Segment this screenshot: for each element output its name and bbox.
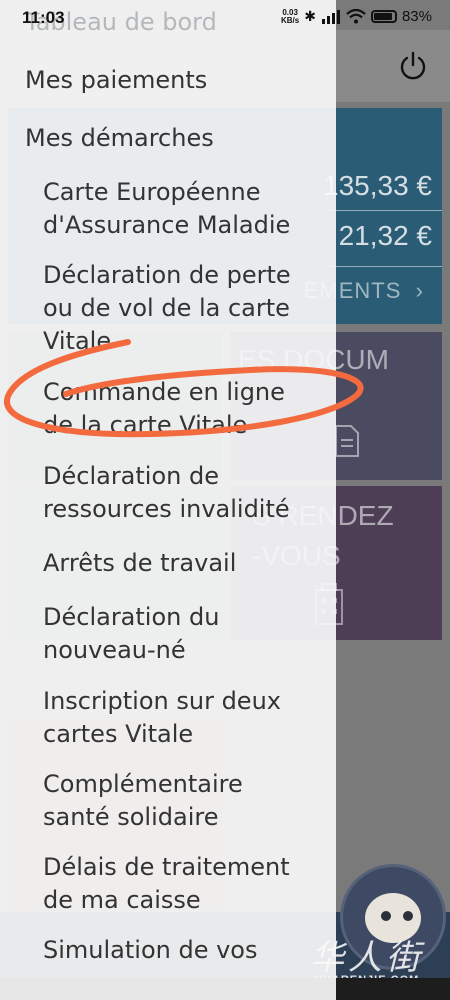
bluetooth-icon: ✱ (304, 8, 316, 24)
wifi-icon (346, 9, 366, 24)
menu-item-line: Carte Européenne (43, 178, 261, 206)
menu-item-ceam[interactable]: Carte Européenne d'Assurance Maladie (43, 176, 328, 242)
menu-item-newborn[interactable]: Déclaration du nouveau-né (43, 601, 328, 667)
menu-item-two-cards[interactable]: Inscription sur deux cartes Vitale (43, 685, 328, 751)
cellular-signal-icon (321, 9, 340, 24)
menu-item-line: d'Assurance Maladie (43, 211, 291, 239)
status-time: 11:03 (22, 8, 65, 27)
document-icon (335, 425, 359, 457)
menu-item-line: santé solidaire (43, 803, 219, 831)
status-bar: 11:03 0.03 KB/s ✱ 83% (0, 0, 450, 34)
network-speed-unit: KB/s (281, 15, 300, 25)
power-icon[interactable] (397, 50, 429, 82)
menu-item-order-card[interactable]: Commande en ligne de la carte Vitale (43, 376, 328, 442)
menu-item-line: ressources invalidité (43, 495, 290, 523)
menu-item-line: Déclaration de perte (43, 261, 291, 289)
menu-item-line: Complémentaire (43, 770, 243, 798)
menu-item-line: Inscription sur deux (43, 687, 281, 715)
menu-item-line: Déclaration de (43, 462, 219, 490)
section-my-procedures[interactable]: Mes démarches (25, 124, 214, 152)
menu-item-line: de ma caisse (43, 886, 201, 914)
network-speed: 0.03 KB/s (281, 8, 300, 25)
navigation-drawer: Tableau de bord Mes paiements Mes démarc… (0, 0, 336, 1000)
menu-item-line: Simulation de vos (43, 936, 258, 964)
menu-item-line: Vitale (43, 327, 112, 355)
menu-item-line: nouveau-né (43, 636, 186, 664)
section-my-payments[interactable]: Mes paiements (25, 66, 207, 94)
menu-item-line: cartes Vitale (43, 720, 194, 748)
battery-icon (370, 10, 397, 23)
menu-item-disability-resources[interactable]: Déclaration de ressources invalidité (43, 460, 328, 526)
menu-item-line: Arrêts de travail (43, 549, 237, 577)
menu-item-simulation[interactable]: Simulation de vos (43, 934, 328, 967)
menu-item-lost-card[interactable]: Déclaration de perte ou de vol de la car… (43, 259, 328, 358)
menu-item-sick-leave[interactable]: Arrêts de travail (43, 547, 328, 580)
payment-amount-1: 135,33 € (323, 170, 432, 201)
menu-item-line: de la carte Vitale (43, 411, 248, 439)
menu-item-line: Délais de traitement (43, 853, 290, 881)
menu-item-line: Déclaration du (43, 603, 220, 631)
menu-item-processing-times[interactable]: Délais de traitement de ma caisse (43, 851, 328, 917)
battery-level: 83% (401, 8, 432, 25)
menu-item-line: Commande en ligne (43, 378, 285, 406)
payment-amount-2: 21,32 € (338, 220, 432, 251)
menu-item-line: ou de vol de la carte (43, 294, 290, 322)
menu-item-css[interactable]: Complémentaire santé solidaire (43, 768, 328, 834)
